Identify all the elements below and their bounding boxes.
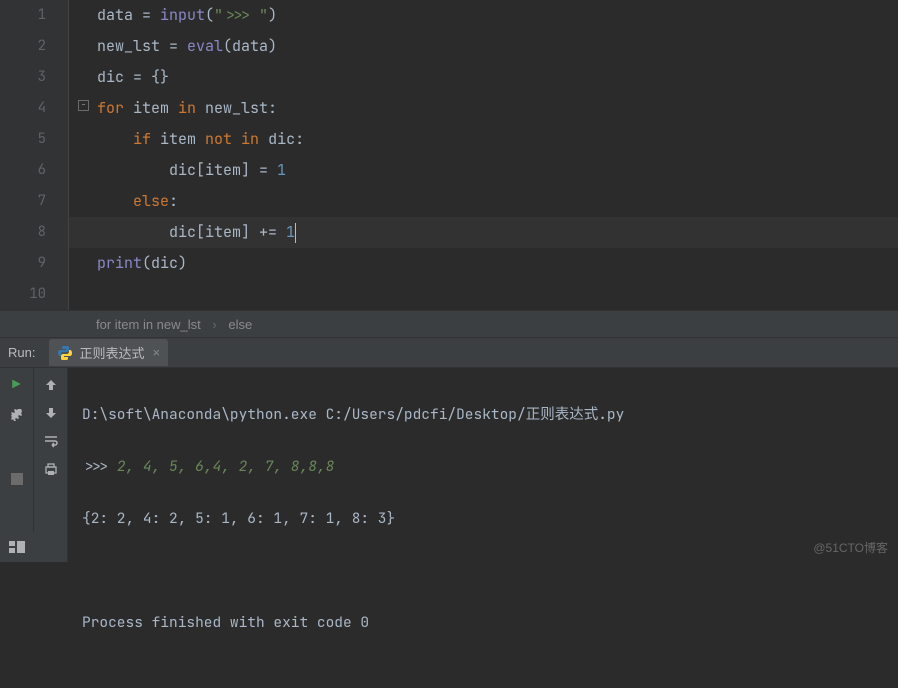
- python-icon: [57, 345, 73, 361]
- close-icon[interactable]: ×: [152, 345, 160, 360]
- print-icon[interactable]: [42, 460, 60, 478]
- watermark-text: @51CTO博客: [813, 539, 888, 556]
- rerun-icon[interactable]: ▶: [8, 376, 26, 394]
- console-line: >>> 2, 4, 5, 6,4, 2, 7, 8,8,8: [82, 454, 884, 480]
- text-cursor: [295, 223, 296, 243]
- line-number: 10: [0, 279, 46, 310]
- breadcrumb-separator-icon: ›: [212, 317, 216, 332]
- line-number: 8: [0, 217, 46, 248]
- settings-icon[interactable]: [8, 408, 26, 426]
- line-number: 7: [0, 186, 46, 217]
- line-number: 9: [0, 248, 46, 279]
- console-line: D:\soft\Anaconda\python.exe C:/Users/pdc…: [82, 402, 884, 428]
- scroll-up-icon[interactable]: [42, 376, 60, 394]
- soft-wrap-icon[interactable]: [42, 432, 60, 450]
- run-label: Run:: [8, 345, 35, 360]
- console-line: Process finished with exit code 0: [82, 610, 884, 636]
- breadcrumb-item[interactable]: else: [228, 317, 252, 332]
- console-line: {2: 2, 4: 2, 5: 1, 6: 1, 7: 1, 8: 3}: [82, 506, 884, 532]
- run-tab[interactable]: 正则表达式 ×: [49, 339, 168, 366]
- structure-tool-icon[interactable]: [0, 532, 34, 562]
- line-gutter: 1 2 3 4 5 6 7 8 9 10: [0, 0, 68, 310]
- code-area[interactable]: data = input(">>> ") new_lst = eval(data…: [68, 0, 898, 310]
- scroll-down-icon[interactable]: [42, 404, 60, 422]
- breadcrumb-bar: for item in new_lst › else: [0, 310, 898, 338]
- line-number: 3: [0, 62, 46, 93]
- run-panel: ▶ D:\soft\Anaconda\python.exe C:/Users/p…: [0, 368, 898, 562]
- console-output[interactable]: D:\soft\Anaconda\python.exe C:/Users/pdc…: [68, 368, 898, 562]
- line-number: 2: [0, 31, 46, 62]
- run-toolbar-right: [34, 368, 68, 562]
- stop-icon[interactable]: [8, 470, 26, 488]
- run-tool-header: Run: 正则表达式 ×: [0, 338, 898, 368]
- line-number: 1: [0, 0, 46, 31]
- run-tab-name: 正则表达式: [79, 343, 144, 362]
- line-number: 5: [0, 124, 46, 155]
- line-number: 6: [0, 155, 46, 186]
- breadcrumb-item[interactable]: for item in new_lst: [96, 317, 201, 332]
- line-number: 4: [0, 93, 46, 124]
- code-editor: 1 2 3 4 5 6 7 8 9 10 − ⌃ data = input(">…: [0, 0, 898, 310]
